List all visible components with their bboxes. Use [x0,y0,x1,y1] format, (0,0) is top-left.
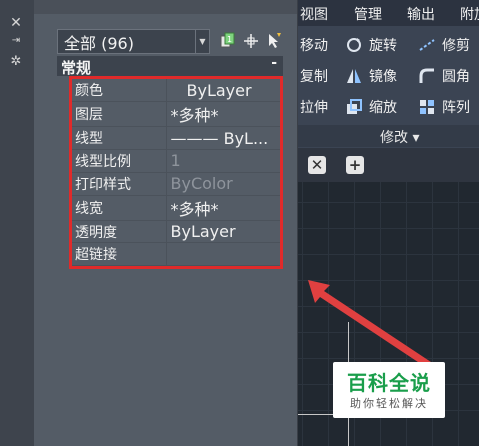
property-name: 透明度 [71,220,167,244]
mirror-icon [347,69,361,83]
section-title: 常规 [61,59,92,77]
properties-palette: ✕ ⇥ ✲ 全部 (96) ▼ 1 常规 - 颜色 ByLayer 图层 *多种… [0,0,298,446]
trim-icon [419,39,435,51]
collapse-icon[interactable]: - [271,55,277,71]
property-row-layer[interactable]: 图层 *多种* [71,101,282,128]
fillet-label: 圆角 [442,69,470,85]
object-type-select[interactable]: 全部 (96) ▼ [57,29,210,54]
grid-line [296,202,479,203]
array-label: 阵列 [442,100,470,116]
property-value[interactable] [166,242,282,267]
property-name: 线型比例 [71,149,167,173]
property-name: 线型 [71,126,167,151]
modify-panel-title[interactable]: 修改 ▾ [296,125,479,147]
property-row-plot-style[interactable]: 打印样式 ByColor [71,172,282,196]
ribbon: 视图 管理 输出 附加 移动 旋转 修剪 复制 镜像 圆角 拉伸 缩放 阵列 修… [296,0,479,148]
property-name: 图层 [71,101,167,128]
rotate-label: 旋转 [369,38,397,54]
watermark-title: 百科全说 [347,371,431,395]
copy-button[interactable]: 复制 [300,65,328,87]
trim-button[interactable]: 修剪 [418,34,470,56]
property-value[interactable]: ByLayer [166,220,282,244]
property-value[interactable]: *多种* [166,101,282,128]
property-value[interactable]: ——— ByL... [166,126,282,151]
svg-text:1: 1 [227,35,232,44]
watermark-logo: 百科全说 助你轻松解决 [333,362,445,418]
drawing-tab-bar: ✕ + [296,148,479,182]
close-drawing-tab-icon[interactable]: ✕ [308,156,326,174]
move-label: 移动 [300,38,328,54]
select-objects-icon [244,34,258,48]
stretch-button[interactable]: 拉伸 [300,96,328,118]
watermark-subtitle: 助你轻松解决 [350,397,428,410]
scale-label: 缩放 [369,100,397,116]
property-name: 超链接 [71,242,167,267]
copy-label: 复制 [300,69,328,85]
rotate-icon [347,38,361,52]
palette-title-strip [34,0,297,14]
property-value: ByColor [166,172,282,196]
property-row-color[interactable]: 颜色 ByLayer [71,79,282,103]
auto-hide-icon[interactable]: ⇥ [9,35,23,46]
property-row-linetype[interactable]: 线型 ——— ByL... [71,126,282,151]
tab-addins[interactable]: 附加 [460,4,479,24]
fillet-button[interactable]: 圆角 [418,65,470,87]
property-row-linetype-scale[interactable]: 线型比例 1 [71,149,282,173]
property-value[interactable]: *多种* [166,195,282,221]
grid-line [296,254,479,255]
rotate-button[interactable]: 旋转 [345,34,397,56]
properties-table: 颜色 ByLayer 图层 *多种* 线型 ——— ByL... 线型比例 1 … [71,79,282,267]
property-row-transparency[interactable]: 透明度 ByLayer [71,220,282,244]
array-button[interactable]: 阵列 [418,96,470,118]
ribbon-tab-bar: 视图 管理 输出 附加 [296,0,479,26]
settings-icon[interactable]: ✲ [9,54,23,69]
trim-label: 修剪 [442,38,470,54]
property-name: 线宽 [71,195,167,221]
grid-line [458,182,459,446]
property-row-lineweight[interactable]: 线宽 *多种* [71,195,282,221]
tab-manage[interactable]: 管理 [354,4,382,24]
property-name: 颜色 [71,79,167,103]
modify-panel-label: 修改 ▾ [380,130,420,146]
move-button[interactable]: 移动 [300,34,328,56]
toggle-pickadd-button[interactable]: 1 [220,31,236,51]
property-value[interactable]: 1 [166,149,282,173]
quick-select-icon [269,33,281,48]
property-name: 打印样式 [71,172,167,196]
property-row-hyperlink[interactable]: 超链接 [71,242,282,267]
mirror-label: 镜像 [369,69,397,85]
array-icon [420,100,434,114]
general-section-header[interactable]: 常规 - [57,55,283,77]
palette-sidebar: ✕ ⇥ ✲ [0,0,34,446]
scale-button[interactable]: 缩放 [345,96,397,118]
tab-output[interactable]: 输出 [407,4,435,24]
chevron-down-icon[interactable]: ▼ [195,30,209,53]
grid-line [296,228,479,229]
pickadd-icon: 1 [220,32,235,48]
quick-select-button[interactable] [266,31,282,51]
stretch-label: 拉伸 [300,100,328,116]
property-value[interactable]: ByLayer [166,79,282,103]
object-type-value: 全部 (96) [64,33,134,53]
close-icon[interactable]: ✕ [9,15,23,31]
add-drawing-tab-icon[interactable]: + [346,156,364,174]
scale-icon [347,99,362,114]
select-objects-button[interactable] [243,31,259,51]
mirror-button[interactable]: 镜像 [345,65,397,87]
fillet-icon [419,68,434,83]
tab-view[interactable]: 视图 [300,4,328,24]
